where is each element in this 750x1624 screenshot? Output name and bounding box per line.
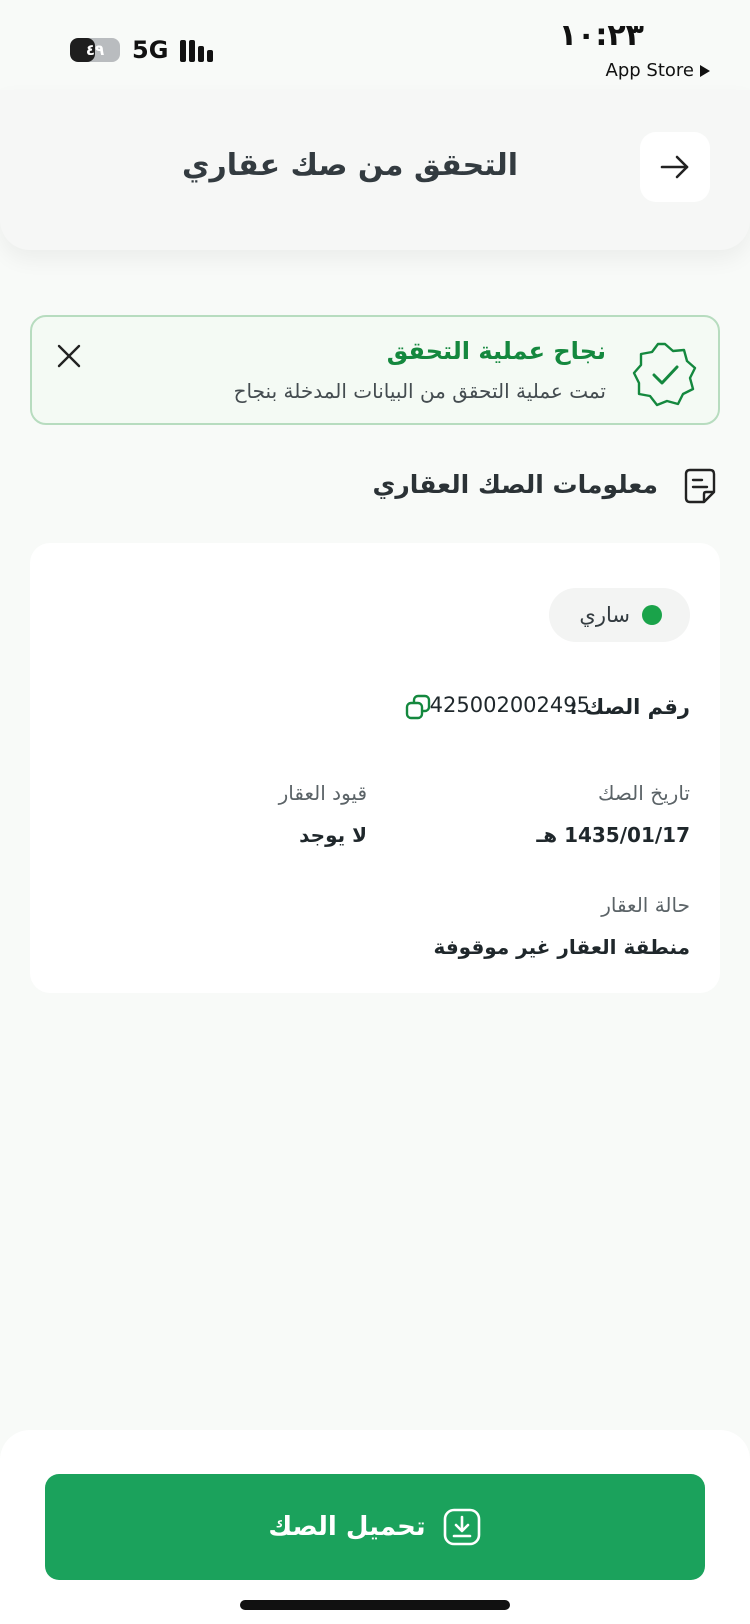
back-to-app-label: App Store [605, 60, 694, 81]
deed-date-value: 1435/01/17 هـ [536, 823, 690, 847]
banner-message: تمت عملية التحقق من البيانات المدخلة بنج… [233, 379, 606, 403]
restrictions-value: لا يوجد [299, 823, 367, 847]
status-text: ساري [579, 603, 630, 627]
success-banner: نجاح عملية التحقق تمت عملية التحقق من ال… [30, 315, 720, 425]
status-badge: ساري [549, 588, 690, 642]
page-title: التحقق من صك عقاري [182, 148, 518, 183]
banner-title: نجاح عملية التحقق [386, 337, 606, 365]
restrictions-label: قيود العقار [278, 781, 367, 805]
deed-number-value: 425002002495 [429, 693, 590, 717]
document-icon [684, 468, 716, 504]
arrow-right-icon [660, 155, 689, 179]
section-title: معلومات الصك العقاري [372, 470, 659, 499]
property-status-label: حالة العقار [601, 893, 690, 917]
verified-badge-icon [632, 342, 697, 407]
signal-icon [180, 38, 220, 62]
status-bar: ٤٩ 5G ١٠:٢٣ App Store [0, 0, 750, 90]
back-button[interactable] [640, 132, 710, 202]
download-icon [443, 1508, 480, 1546]
download-deed-button[interactable]: تحميل الصك [45, 1474, 705, 1580]
copy-icon[interactable] [404, 693, 432, 721]
battery-icon: ٤٩ [70, 38, 120, 62]
play-triangle-icon [700, 64, 710, 77]
status-dot [642, 605, 662, 625]
battery-label: ٤٩ [85, 41, 105, 59]
header: التحقق من صك عقاري [0, 90, 750, 250]
property-status-value: منطقة العقار غير موقوفة [433, 935, 690, 959]
home-indicator[interactable] [240, 1600, 510, 1610]
deed-verification-screen: ٤٩ 5G ١٠:٢٣ App Store التحقق من صك عقاري [0, 0, 750, 1624]
bottom-action-panel: تحميل الصك [0, 1430, 750, 1624]
deed-date-label: تاريخ الصك [597, 781, 690, 805]
deed-info-card: ساري رقم الصك : 425002002495 تاريخ الصك … [30, 543, 720, 993]
close-icon[interactable] [54, 341, 84, 371]
status-time: ١٠:٢٣ [558, 18, 644, 53]
download-label: تحميل الصك [268, 1512, 426, 1542]
back-to-app-link[interactable]: App Store [606, 60, 710, 81]
network-type: 5G [132, 36, 169, 64]
